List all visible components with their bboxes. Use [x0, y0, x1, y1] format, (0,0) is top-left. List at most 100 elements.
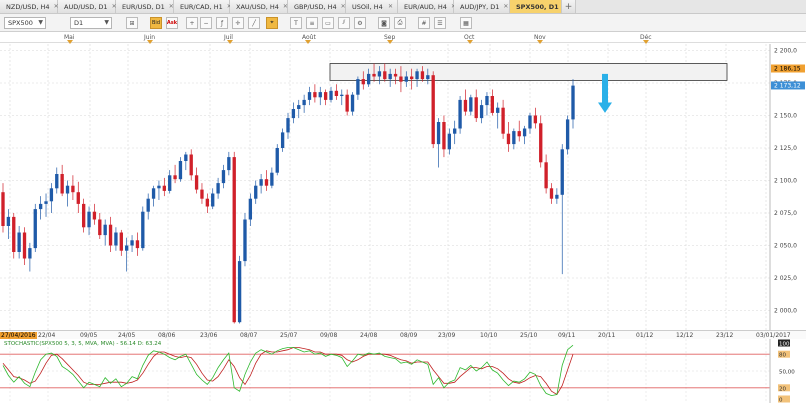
- template-icon[interactable]: ☰: [434, 17, 446, 29]
- chart-tab[interactable]: EUR/CAD, H1✕: [174, 0, 232, 13]
- candle-body: [65, 185, 70, 194]
- down-arrow-shaft: [602, 73, 608, 103]
- candle-body: [125, 245, 129, 251]
- candle-body: [130, 240, 134, 246]
- candle-body: [270, 172, 274, 186]
- indicators-icon[interactable]: ƒ: [216, 17, 228, 29]
- chart-tab-label: GBP/USD, H4: [294, 2, 337, 11]
- price-label: 2 125,0: [774, 145, 797, 152]
- candle-body: [280, 132, 285, 148]
- date-label: 23/09: [438, 332, 456, 339]
- timeframe-select-value: D1: [74, 19, 84, 27]
- candle-body: [447, 133, 451, 150]
- candle-body: [496, 107, 500, 113]
- chart-tab[interactable]: SPX500, D1✕: [510, 0, 568, 13]
- add-tab-icon[interactable]: +: [562, 0, 576, 13]
- cursor-icon[interactable]: ⌖: [266, 17, 278, 29]
- candle-body: [6, 216, 11, 226]
- candle-body: [307, 92, 312, 100]
- close-tab-icon[interactable]: ✕: [388, 3, 393, 10]
- candle-body: [442, 122, 446, 150]
- zoom-in-icon[interactable]: +: [186, 17, 198, 29]
- candle-body: [453, 128, 457, 134]
- candle-body: [420, 71, 425, 80]
- candle-body: [211, 193, 215, 207]
- candle-body: [393, 73, 398, 77]
- price-chart[interactable]: 2 200,02 175,02 150,02 125,02 100,02 075…: [0, 44, 806, 330]
- camera-icon[interactable]: ◙: [378, 17, 390, 29]
- crosshair-icon[interactable]: ✛: [232, 17, 244, 29]
- date-label: 03/01/2017: [756, 332, 791, 339]
- month-axis: Mai Juin Juil Août Sep Oct Nov Déc: [0, 33, 806, 44]
- close-tab-icon[interactable]: ✕: [169, 3, 174, 10]
- close-tab-icon[interactable]: ✕: [341, 3, 346, 10]
- price-label: 2 000,0: [774, 308, 797, 315]
- channel-tool-icon[interactable]: ⫽: [338, 17, 350, 29]
- candle-body: [221, 170, 226, 184]
- zoom-out-icon[interactable]: −: [200, 17, 212, 29]
- candle-body: [463, 99, 468, 112]
- candle-body: [173, 175, 177, 180]
- candle-body: [458, 99, 462, 129]
- chart-tab[interactable]: NZD/USD, H4 ✕: [0, 0, 59, 13]
- date-label: 23/06: [200, 332, 218, 339]
- date-label: 24/05: [118, 332, 136, 339]
- line-tool-icon[interactable]: ╱: [248, 17, 260, 29]
- grid-icon[interactable]: #: [418, 17, 430, 29]
- candle-body: [135, 240, 140, 249]
- date-label: 08/06: [158, 332, 176, 339]
- candle-body: [162, 185, 166, 191]
- chart-tab-label: EUR/AUD, H4: [404, 2, 447, 11]
- candle-body: [490, 96, 495, 113]
- date-label: 20/11: [598, 332, 616, 339]
- candle-body: [44, 201, 48, 204]
- symbol-select[interactable]: SPX500 ▼: [4, 17, 46, 29]
- chart-tab-label: SPX500, D1: [516, 2, 559, 11]
- candle-body: [33, 209, 37, 249]
- chart-tab[interactable]: XAU/USD, H4 ✕: [230, 0, 288, 13]
- candle-body: [350, 94, 355, 112]
- candle-body: [184, 154, 188, 161]
- print-icon[interactable]: ⎙: [394, 17, 406, 29]
- candle-body: [410, 76, 414, 80]
- text-tool-icon[interactable]: T: [290, 17, 302, 29]
- chart-tab[interactable]: AUD/USD, D1 ✕: [58, 0, 117, 13]
- candle-body: [415, 71, 419, 80]
- chart-tab[interactable]: EUR/USD, D1 ✕: [116, 0, 174, 13]
- candle-body: [501, 107, 505, 134]
- candle-body: [399, 76, 403, 82]
- stochastic-oscillator-panel[interactable]: 100 80 50,00 20 0: [0, 339, 806, 403]
- price-label: 2 150,0: [774, 113, 797, 120]
- ask-button[interactable]: Ask: [166, 17, 178, 29]
- chart-tab-label: EUR/CAD, H1: [180, 2, 223, 11]
- ask-label: Ask: [166, 20, 178, 26]
- chart-tab[interactable]: AUD/JPY, D1 ✕: [454, 0, 510, 13]
- candle-body: [522, 128, 527, 137]
- candle-body: [469, 97, 473, 112]
- candle-body: [87, 211, 91, 228]
- candle-body: [533, 115, 538, 124]
- symbol-select-value: SPX500: [8, 19, 33, 27]
- chart-tab[interactable]: USOil, H4 ✕: [346, 0, 398, 13]
- settings-icon[interactable]: ⚙: [354, 17, 366, 29]
- candle-body: [539, 123, 543, 163]
- candle-body: [286, 118, 290, 133]
- candle-body: [17, 232, 21, 252]
- candle-body: [168, 175, 172, 191]
- bid-button[interactable]: Bid: [150, 17, 162, 29]
- price-label: 2 025,0: [774, 275, 797, 282]
- chart-type-icon[interactable]: ⊞: [126, 17, 138, 29]
- close-tab-icon[interactable]: ✕: [503, 3, 508, 10]
- timeframe-select[interactable]: D1 ▼: [70, 17, 112, 29]
- chart-tab[interactable]: GBP/USD, H4 ✕: [288, 0, 346, 13]
- oscillator-level-label: 0: [779, 398, 783, 403]
- candle-body: [560, 149, 564, 195]
- candle-body: [313, 92, 317, 98]
- date-label: 25/10: [520, 332, 538, 339]
- chart-tab[interactable]: EUR/AUD, H4✕: [398, 0, 456, 13]
- candle-body: [248, 198, 253, 220]
- candle-body: [512, 131, 516, 145]
- layout-icon[interactable]: ▦: [460, 17, 472, 29]
- rectangle-tool-icon[interactable]: ▭: [322, 17, 334, 29]
- fibonacci-icon[interactable]: ≡: [306, 17, 318, 29]
